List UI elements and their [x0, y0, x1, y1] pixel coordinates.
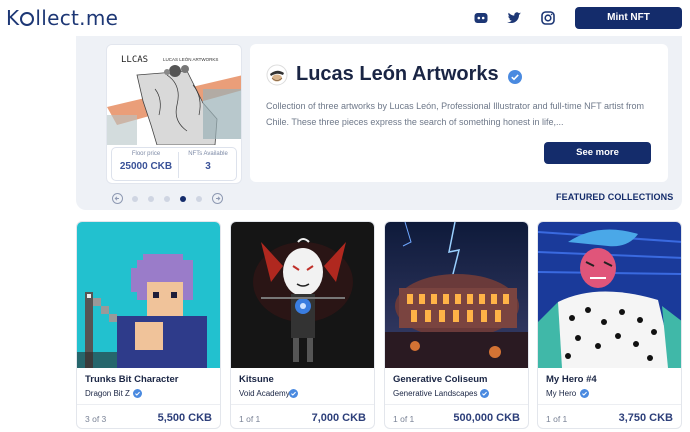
verified-icon — [508, 70, 522, 84]
mint-nft-button[interactable]: Mint NFT — [575, 7, 682, 29]
floor-price-stat: Floor price 25000 CKB — [119, 151, 173, 172]
collection-title[interactable]: Lucas León Artworks — [296, 63, 499, 86]
nft-collection-name[interactable]: Dragon Bit Z — [85, 389, 130, 398]
nft-collection-name[interactable]: Void Academy — [239, 389, 290, 398]
kollect-logo[interactable]: Kllect.me — [6, 6, 118, 30]
top-header: Kllect.me Mint NFT — [0, 0, 690, 36]
instagram-icon[interactable] — [540, 10, 556, 26]
nfts-available-stat: NFTs Available 3 — [188, 151, 228, 172]
collection-description-card: Lucas León Artworks Collection of three … — [250, 44, 668, 182]
carousel-next-icon[interactable] — [212, 193, 223, 204]
twitter-icon[interactable] — [506, 10, 522, 26]
collection-description: Collection of three artworks by Lucas Le… — [266, 101, 644, 127]
carousel-prev-icon[interactable] — [112, 193, 123, 204]
nft-edition: 3 of 3 — [85, 414, 107, 424]
verified-icon — [289, 389, 298, 398]
featured-collections-link[interactable]: FEATURED COLLECTIONS — [556, 192, 673, 202]
nft-edition: 1 of 1 — [239, 414, 261, 424]
nft-title: Trunks Bit Character — [85, 374, 179, 385]
nft-card[interactable]: Generative Coliseum Generative Landscape… — [384, 221, 529, 429]
logo-ring — [20, 12, 35, 26]
featured-artwork-image: LLCAS LUCAS LEÓN ARTWORKS — [107, 45, 241, 146]
nft-image-kitsune — [231, 222, 374, 368]
nft-title: My Hero #4 — [546, 374, 597, 385]
nft-collection-name[interactable]: Generative Landscapes — [393, 389, 478, 398]
nft-title: Generative Coliseum — [393, 374, 488, 385]
carousel-dot[interactable] — [164, 196, 170, 202]
featured-collection-panel: LLCAS LUCAS LEÓN ARTWORKS Floor price 25… — [76, 36, 682, 210]
svg-text:LUCAS LEÓN ARTWORKS: LUCAS LEÓN ARTWORKS — [163, 56, 218, 62]
nft-price: 7,000 CKB — [311, 412, 366, 424]
card-divider — [385, 404, 528, 405]
nft-collection-name[interactable]: My Hero — [546, 389, 576, 398]
nft-edition: 1 of 1 — [546, 414, 568, 424]
nft-card[interactable]: Trunks Bit Character Dragon Bit Z 3 of 3… — [76, 221, 221, 429]
discord-icon[interactable] — [473, 10, 489, 26]
stat-divider — [178, 152, 179, 178]
verified-icon — [480, 389, 489, 398]
nft-image-my-hero — [538, 222, 681, 368]
featured-collection-card[interactable]: LLCAS LUCAS LEÓN ARTWORKS Floor price 25… — [106, 44, 242, 184]
floor-price-box: Floor price 25000 CKB NFTs Available 3 — [111, 147, 237, 181]
svg-text:LLCAS: LLCAS — [121, 55, 148, 65]
carousel-dot-active[interactable] — [180, 196, 186, 202]
nft-price: 5,500 CKB — [157, 412, 212, 424]
card-divider — [538, 404, 681, 405]
nft-title: Kitsune — [239, 374, 274, 385]
page: Kllect.me Mint NFT LLCAS LUCAS LEÓN ARTW… — [0, 0, 690, 432]
carousel-dot[interactable] — [148, 196, 154, 202]
nft-image-trunks — [77, 222, 220, 368]
carousel-dot[interactable] — [132, 196, 138, 202]
card-divider — [231, 404, 374, 405]
nft-image-coliseum — [385, 222, 528, 368]
nft-price: 500,000 CKB — [453, 412, 520, 424]
verified-icon — [133, 389, 142, 398]
artist-avatar — [266, 64, 288, 86]
nft-price: 3,750 CKB — [618, 412, 673, 424]
nft-edition: 1 of 1 — [393, 414, 415, 424]
card-divider — [77, 404, 220, 405]
nft-card[interactable]: My Hero #4 My Hero 1 of 1 3,750 CKB — [537, 221, 682, 429]
nft-card[interactable]: Kitsune Void Academy 1 of 1 7,000 CKB — [230, 221, 375, 429]
see-more-button[interactable]: See more — [544, 142, 651, 164]
verified-icon — [580, 389, 589, 398]
carousel-dot[interactable] — [196, 196, 202, 202]
